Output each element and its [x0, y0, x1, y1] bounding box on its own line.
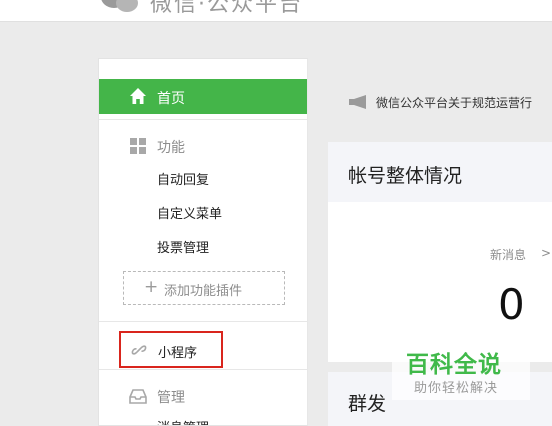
sidebar-item-label: 首页 — [157, 91, 185, 107]
inbox-icon — [129, 389, 147, 404]
account-overview-header: 帐号整体情况 — [328, 142, 552, 202]
divider — [99, 119, 307, 120]
home-icon — [130, 88, 146, 104]
sidebar-item-mini-program[interactable]: 小程序 — [119, 331, 223, 368]
new-messages-count: 0 — [498, 280, 525, 329]
watermark-title: 百科全说 — [406, 352, 502, 378]
top-header: 微信·公众平台 — [0, 0, 552, 22]
wechat-logo-icon — [101, 0, 138, 12]
sidebar-section-manage: 管理 — [99, 383, 307, 407]
divider — [99, 369, 307, 370]
add-plugin-label: 添加功能插件 — [164, 284, 243, 299]
account-overview-title: 帐号整体情况 — [348, 165, 463, 187]
sidebar-item-vote-manage[interactable]: 投票管理 — [157, 237, 209, 256]
grid-icon — [130, 138, 146, 154]
plus-icon: + — [144, 277, 159, 297]
chevron-right-icon: > — [541, 246, 552, 260]
sidebar-item-label: 小程序 — [158, 346, 198, 361]
sidebar: 首页 功能 自动回复 自定义菜单 投票管理 + 添加功能插件 小程序 管理 — [98, 58, 308, 426]
sidebar-item-home[interactable]: 首页 — [99, 79, 307, 114]
mass-send-title: 群发 — [348, 393, 387, 415]
link-icon — [131, 345, 147, 355]
watermark: 百科全说 助你轻松解决 — [392, 342, 530, 400]
divider — [99, 321, 307, 322]
sidebar-item-message-manage[interactable]: 消息管理 — [157, 417, 209, 425]
sidebar-section-label: 功能 — [157, 140, 185, 156]
megaphone-icon — [349, 95, 366, 109]
sidebar-section-label: 管理 — [157, 390, 185, 406]
watermark-subtitle: 助你轻松解决 — [414, 381, 499, 396]
sidebar-item-auto-reply[interactable]: 自动回复 — [157, 169, 209, 188]
add-plugin-button[interactable]: + 添加功能插件 — [123, 271, 285, 305]
sidebar-item-custom-menu[interactable]: 自定义菜单 — [157, 203, 222, 222]
account-stats-panel: 新消息 > 0 — [328, 202, 552, 362]
platform-title: 微信·公众平台 — [150, 0, 303, 17]
new-messages-link[interactable]: 新消息 — [490, 246, 526, 263]
sidebar-section-features: 功能 — [99, 133, 307, 157]
notice-text: 微信公众平台关于规范运营行 — [376, 96, 533, 110]
